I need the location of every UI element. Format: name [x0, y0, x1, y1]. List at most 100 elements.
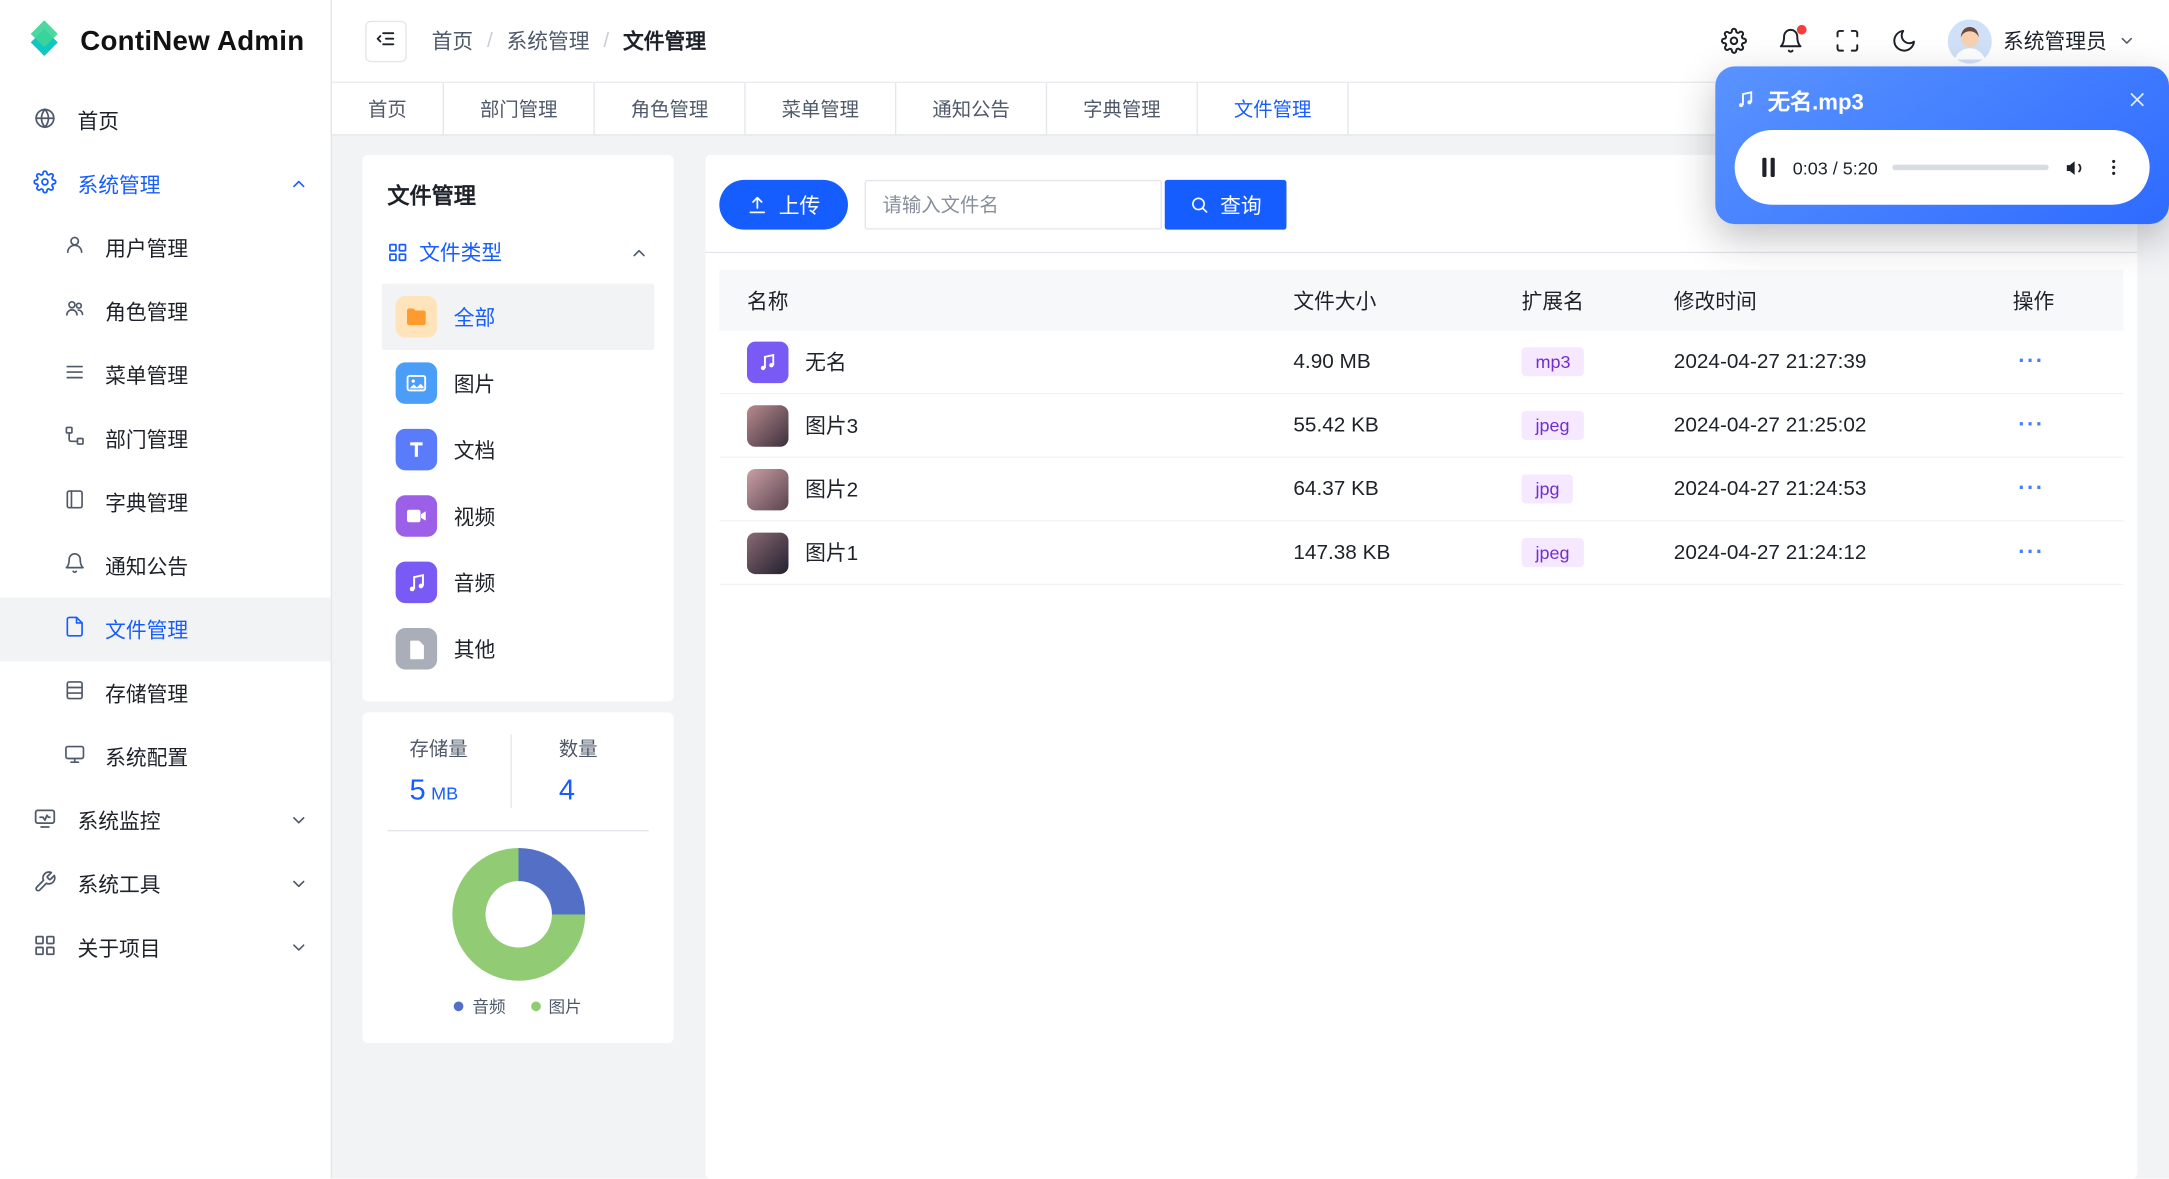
dark-mode-moon-icon[interactable] [1891, 28, 1917, 54]
ext-badge: jpeg [1521, 538, 1584, 568]
legend-audio[interactable]: 音频 [454, 995, 506, 1019]
notification-bell-icon[interactable] [1778, 24, 1807, 54]
storage-unit: MB [431, 782, 459, 804]
file-name[interactable]: 图片3 [805, 411, 858, 440]
tab-department[interactable]: 部门管理 [444, 82, 595, 135]
sidebar-item-storage-management[interactable]: 存储管理 [0, 661, 331, 725]
logo[interactable]: ContiNew Admin [0, 0, 331, 83]
count-value: 4 [558, 774, 576, 807]
video-icon [395, 495, 438, 537]
sidebar-menu: 首页 系统管理 用户管理 角色管理 菜单管理 部门管理 字典管理 通知公告 文件… [0, 83, 331, 979]
sidebar-item-system-management[interactable]: 系统管理 [0, 152, 331, 216]
tab-role[interactable]: 角色管理 [595, 82, 746, 135]
more-options-icon[interactable] [2103, 156, 2125, 178]
file-type-group[interactable]: 文件类型 [382, 230, 655, 276]
col-size: 文件大小 [1293, 289, 1377, 314]
file-time: 2024-04-27 21:27:39 [1673, 349, 1867, 374]
notification-dot [1796, 24, 1807, 35]
sidebar-item-menu-management[interactable]: 菜单管理 [0, 343, 331, 407]
filename-search-input[interactable] [864, 179, 1162, 230]
tab-notice[interactable]: 通知公告 [896, 82, 1048, 135]
sidebar-item-label: 用户管理 [105, 237, 189, 261]
breadcrumb-home[interactable]: 首页 [432, 26, 474, 55]
sidebar-item-role-management[interactable]: 角色管理 [0, 279, 331, 343]
player-title: 无名.mp3 [1767, 91, 1864, 115]
audio-file-icon [746, 340, 789, 383]
table-row[interactable]: 图片1 147.38 KB jpeg 2024-04-27 21:24:12 ·… [719, 522, 2124, 586]
avatar[interactable] [1947, 18, 1992, 63]
sidebar-item-system-config[interactable]: 系统配置 [0, 725, 331, 789]
col-name: 名称 [746, 289, 789, 314]
tab-menu[interactable]: 菜单管理 [746, 82, 897, 135]
sidebar-item-department-management[interactable]: 部门管理 [0, 407, 331, 471]
file-type-all[interactable]: 全部 [381, 283, 655, 350]
sidebar-item-home[interactable]: 首页 [0, 89, 331, 153]
tab-dictionary[interactable]: 字典管理 [1047, 82, 1198, 135]
query-button[interactable]: 查询 [1164, 179, 1287, 230]
menu-list-icon [64, 361, 86, 389]
tab-file-management[interactable]: 文件管理 [1198, 82, 1349, 135]
sidebar-item-notices[interactable]: 通知公告 [0, 534, 331, 598]
file-size: 4.90 MB [1293, 349, 1371, 374]
row-actions-button[interactable]: ··· [2013, 540, 2050, 565]
file-name[interactable]: 图片2 [805, 474, 858, 503]
volume-icon[interactable] [2064, 156, 2088, 180]
upload-button[interactable]: 上传 [719, 179, 848, 230]
table-row[interactable]: 图片2 64.37 KB jpg 2024-04-27 21:24:53 ··· [719, 458, 2124, 522]
row-actions-button[interactable]: ··· [2013, 413, 2050, 438]
donut-legend: 音频 图片 [376, 995, 660, 1024]
row-actions-button[interactable]: ··· [2013, 477, 2050, 502]
chevron-down-icon [2118, 32, 2136, 50]
sidebar-item-system-monitor[interactable]: 系统监控 [0, 788, 331, 852]
file-time: 2024-04-27 21:24:53 [1673, 477, 1867, 501]
breadcrumb-system-management[interactable]: 系统管理 [507, 26, 590, 55]
count-stat: 数量 4 [510, 734, 659, 808]
search-icon [1190, 195, 1209, 214]
book-icon [64, 488, 86, 516]
sidebar-collapse-button[interactable] [365, 20, 407, 62]
gear-icon [33, 169, 57, 198]
file-table: 名称 文件大小 扩展名 修改时间 操作 无名 4.90 MB mp3 2024-… [719, 269, 2124, 586]
file-type-audio[interactable]: 音频 [382, 549, 655, 615]
pause-button[interactable] [1760, 155, 1778, 180]
table-row[interactable]: 图片3 55.42 KB jpeg 2024-04-27 21:25:02 ··… [719, 394, 2124, 458]
sidebar-item-label: 系统管理 [77, 173, 161, 198]
fullscreen-icon[interactable] [1834, 28, 1860, 54]
panel-title: 文件管理 [387, 185, 476, 209]
user-menu[interactable]: 系统管理员 [1947, 18, 2136, 63]
sidebar-item-file-management[interactable]: 文件管理 [0, 597, 331, 662]
sidebar: ContiNew Admin 首页 系统管理 用户管理 角色管理 菜单管理 部门… [0, 0, 332, 1179]
legend-dot-image [530, 1001, 541, 1012]
file-type-document[interactable]: 文档 [382, 416, 655, 482]
file-time: 2024-04-27 21:25:02 [1673, 413, 1867, 438]
logo-icon [22, 16, 66, 67]
menu-fold-icon [375, 28, 397, 54]
tab-home[interactable]: 首页 [332, 82, 445, 135]
sidebar-submenu: 用户管理 角色管理 菜单管理 部门管理 字典管理 通知公告 文件管理 存储管理 … [0, 216, 331, 789]
upload-icon [747, 194, 768, 215]
divider [705, 251, 2138, 254]
row-actions-button[interactable]: ··· [2013, 349, 2050, 374]
table-row[interactable]: 无名 4.90 MB mp3 2024-04-27 21:27:39 ··· [719, 331, 2124, 395]
music-note-icon [1735, 89, 1757, 111]
chevron-down-icon [289, 811, 308, 830]
app-title: ContiNew Admin [80, 25, 305, 57]
file-name[interactable]: 图片1 [805, 538, 858, 567]
settings-icon[interactable] [1720, 27, 1747, 54]
sidebar-item-user-management[interactable]: 用户管理 [0, 216, 331, 280]
sidebar-item-dictionary-management[interactable]: 字典管理 [0, 470, 331, 534]
file-name[interactable]: 无名 [805, 347, 847, 376]
file-type-other[interactable]: 其他 [382, 616, 655, 682]
chevron-down-icon [289, 938, 308, 957]
storage-stats-card: 存储量 5 MB 数量 4 音频 图片 [362, 712, 674, 1044]
sidebar-item-system-tools[interactable]: 系统工具 [0, 852, 331, 916]
file-type-image[interactable]: 图片 [382, 350, 655, 416]
legend-image[interactable]: 图片 [530, 995, 582, 1019]
chevron-down-icon [289, 874, 308, 893]
sidebar-item-label: 关于项目 [77, 937, 161, 961]
close-icon[interactable] [2125, 87, 2150, 112]
sidebar-item-about-project[interactable]: 关于项目 [0, 916, 331, 980]
progress-slider[interactable] [1892, 164, 2049, 171]
monitor-pulse-icon [33, 806, 57, 835]
file-type-video[interactable]: 视频 [382, 483, 655, 549]
